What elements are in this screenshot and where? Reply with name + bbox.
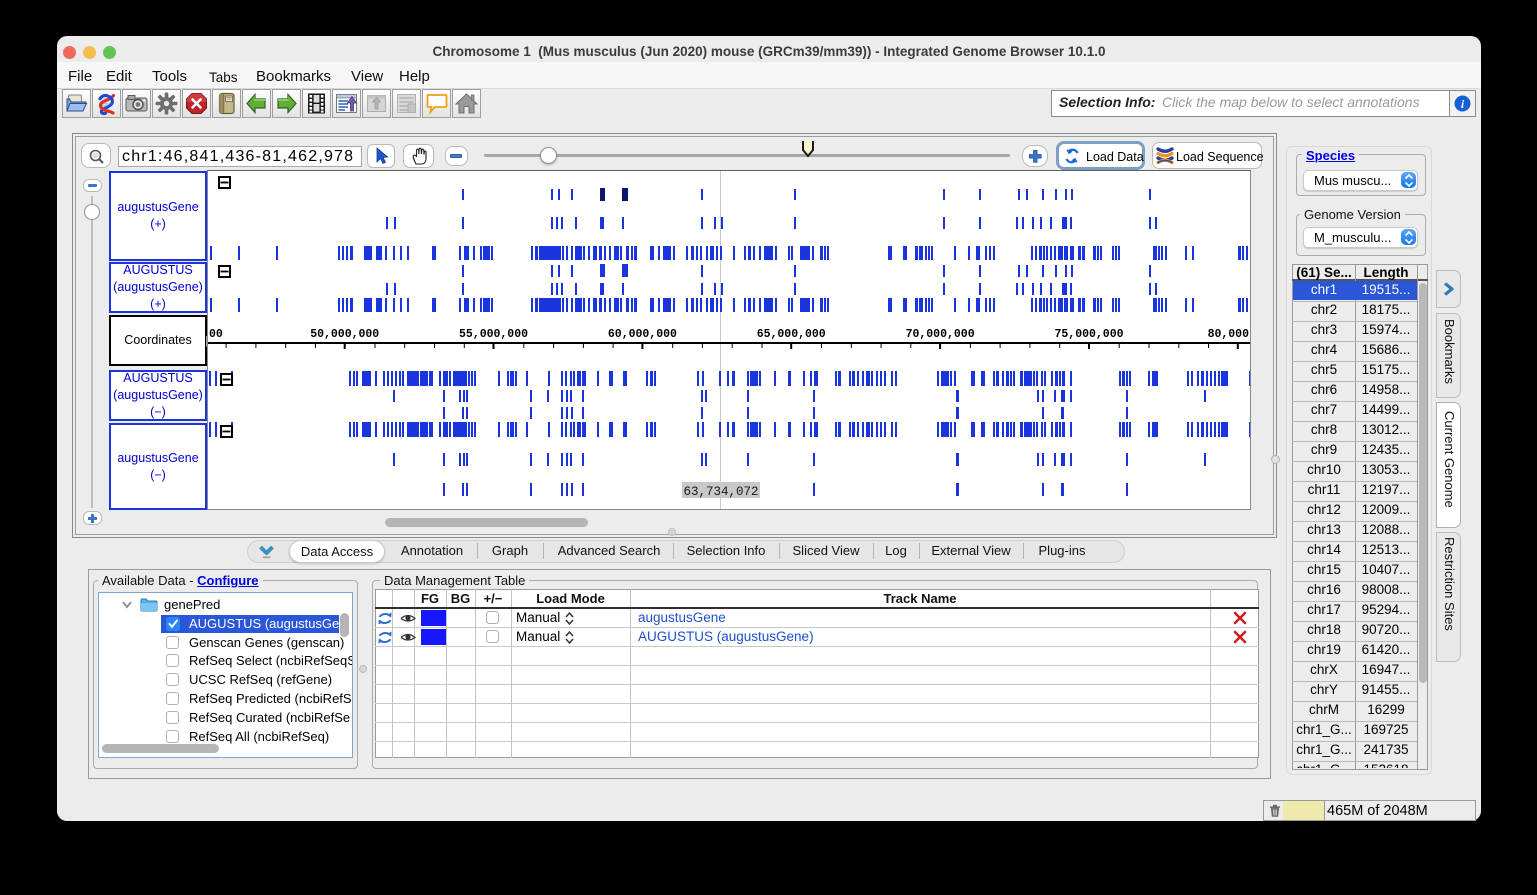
svg-text:00: 00 <box>209 328 223 341</box>
svg-text:50,000,000: 50,000,000 <box>310 328 379 341</box>
svg-text:63,734,072: 63,734,072 <box>683 485 758 499</box>
svg-text:70,000,000: 70,000,000 <box>906 328 975 341</box>
svg-text:60,000,000: 60,000,000 <box>608 328 677 341</box>
svg-text:80,000: 80,000 <box>1208 328 1250 341</box>
svg-text:75,000,000: 75,000,000 <box>1054 328 1123 341</box>
svg-text:55,000,000: 55,000,000 <box>459 328 528 341</box>
svg-text:65,000,000: 65,000,000 <box>757 328 826 341</box>
